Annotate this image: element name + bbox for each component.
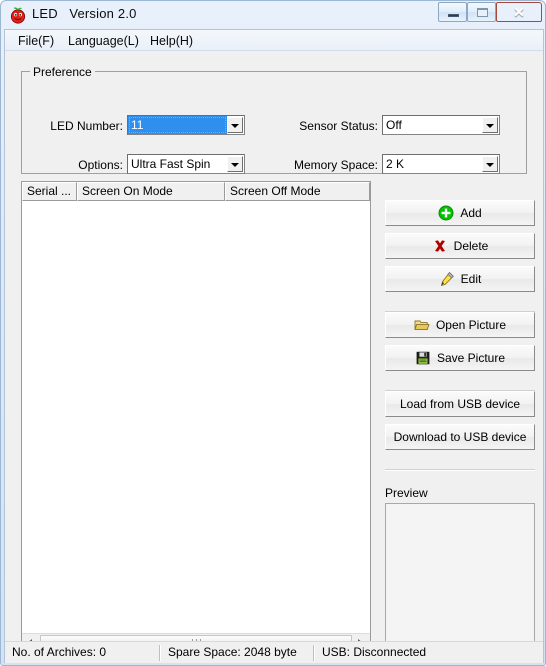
- pencil-icon: [439, 271, 455, 287]
- menu-help[interactable]: Help(H): [145, 33, 198, 49]
- load-from-usb-button[interactable]: Load from USB device: [385, 391, 535, 417]
- add-button-label: Add: [460, 206, 482, 220]
- preview-box: [385, 503, 535, 651]
- column-header-screen-off-mode[interactable]: Screen Off Mode: [225, 182, 370, 201]
- options-dropdown-button[interactable]: [227, 156, 243, 172]
- memory-space-combo[interactable]: 2 K: [382, 154, 500, 174]
- tomato-app-icon: [9, 6, 27, 24]
- download-to-usb-button-label: Download to USB device: [393, 430, 527, 444]
- preview-label: Preview: [385, 486, 428, 500]
- floppy-disk-icon: [415, 350, 431, 366]
- sensor-status-combo[interactable]: Off: [382, 115, 500, 135]
- download-to-usb-button[interactable]: Download to USB device: [385, 424, 535, 450]
- chevron-down-icon: [231, 124, 239, 128]
- sensor-status-dropdown-button[interactable]: [482, 117, 498, 133]
- column-header-screen-on-mode[interactable]: Screen On Mode: [77, 182, 225, 201]
- status-archives-count: No. of Archives: 0: [12, 645, 107, 659]
- led-number-combo[interactable]: 11: [127, 115, 245, 135]
- save-picture-button-label: Save Picture: [436, 351, 506, 365]
- chevron-down-icon: [231, 163, 239, 167]
- close-button[interactable]: ✕: [496, 2, 542, 22]
- window-title: LED Version 2.0: [32, 6, 137, 21]
- status-usb-connection: USB: Disconnected: [322, 645, 427, 659]
- close-icon: ✕: [513, 4, 525, 20]
- column-header-serial[interactable]: Serial ...: [22, 182, 77, 201]
- sensor-status-label: Sensor Status:: [299, 119, 378, 133]
- chevron-down-icon: [486, 124, 494, 128]
- save-picture-button[interactable]: Save Picture: [385, 345, 535, 371]
- led-number-value: 11: [131, 118, 144, 132]
- menu-file[interactable]: File(F): [13, 33, 59, 49]
- chevron-down-icon: [486, 163, 494, 167]
- status-bar: No. of Archives: 0 Spare Space: 2048 byt…: [5, 641, 543, 663]
- minimize-button[interactable]: [438, 2, 467, 22]
- led-number-label: LED Number:: [50, 119, 123, 133]
- options-value: Ultra Fast Spin: [131, 157, 211, 171]
- menu-bar: File(F) Language(L) Help(H): [5, 30, 543, 51]
- preference-legend: Preference: [30, 65, 95, 79]
- delete-button-label: Delete: [453, 239, 489, 253]
- options-label: Options:: [78, 158, 123, 172]
- menu-language[interactable]: Language(L): [63, 33, 144, 49]
- status-spare-space: Spare Space: 2048 byte: [168, 645, 297, 659]
- title-bar[interactable]: LED Version 2.0 ✕: [4, 1, 544, 29]
- sensor-status-value: Off: [386, 118, 402, 132]
- open-picture-button[interactable]: Open Picture: [385, 312, 535, 338]
- memory-space-value: 2 K: [386, 157, 405, 171]
- delete-button[interactable]: Delete: [385, 233, 535, 259]
- archives-listview[interactable]: Serial ... Screen On Mode Screen Off Mod…: [21, 181, 371, 651]
- load-from-usb-button-label: Load from USB device: [399, 397, 521, 411]
- red-x-icon: [432, 238, 448, 254]
- memory-space-label: Memory Space:: [293, 158, 378, 172]
- memory-space-dropdown-button[interactable]: [482, 156, 498, 172]
- add-button[interactable]: Add: [385, 200, 535, 226]
- listview-header: Serial ... Screen On Mode Screen Off Mod…: [22, 182, 370, 201]
- edit-button[interactable]: Edit: [385, 266, 535, 292]
- edit-button-label: Edit: [460, 272, 482, 286]
- maximize-button[interactable]: [467, 2, 496, 22]
- listview-body[interactable]: [22, 201, 370, 633]
- application-window: LED Version 2.0 ✕ File(F) Language(L) He…: [0, 0, 546, 666]
- minimize-icon: [448, 14, 459, 17]
- open-picture-button-label: Open Picture: [435, 318, 507, 332]
- folder-open-icon: [414, 317, 430, 333]
- client-area: File(F) Language(L) Help(H) Preference L…: [4, 29, 544, 663]
- maximize-icon: [477, 8, 488, 17]
- green-plus-icon: [438, 205, 454, 221]
- led-number-dropdown-button[interactable]: [227, 117, 243, 133]
- options-combo[interactable]: Ultra Fast Spin: [127, 154, 245, 174]
- preview-separator: [385, 469, 535, 471]
